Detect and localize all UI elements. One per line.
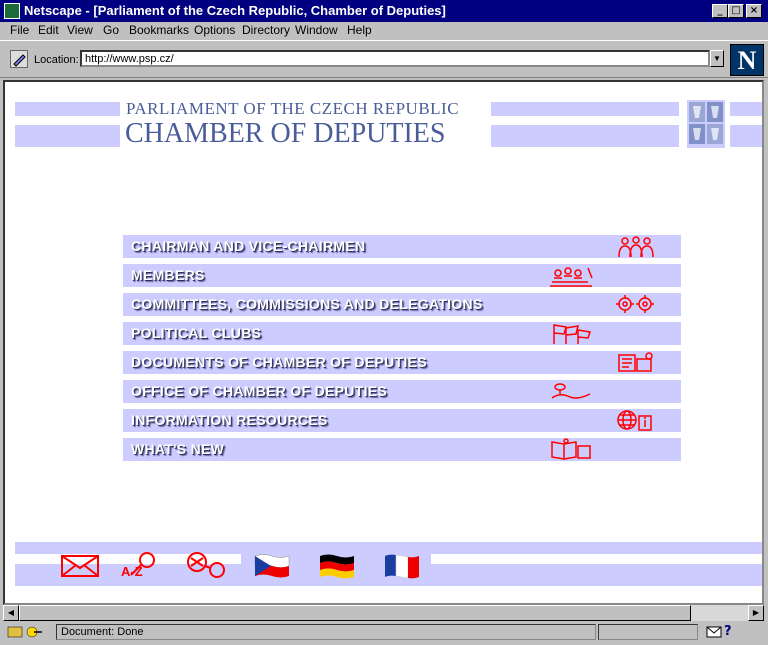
progress-panel [598,624,698,640]
close-button[interactable]: × [746,4,762,18]
menu-window[interactable]: Window [295,23,338,37]
scroll-thumb[interactable] [19,605,691,621]
location-input[interactable]: http://www.psp.cz/ [80,50,710,67]
header-stripe [730,102,762,116]
status-text: Document: Done [56,624,596,640]
czech-flag-icon[interactable] [253,552,291,580]
header-chamber: CHAMBER OF DEPUTIES [125,118,446,149]
menu-go[interactable]: Go [103,23,119,37]
menu-row-political-clubs[interactable]: POLITICAL CLUBS [123,322,681,345]
menu-directory[interactable]: Directory [242,23,290,37]
menu-row-label[interactable]: POLITICAL CLUBS [131,325,261,341]
menu-row-label[interactable]: DOCUMENTS OF CHAMBER OF DEPUTIES [131,354,427,370]
header-stripe [15,125,120,147]
menu-row-whats-new[interactable]: WHAT'S NEW [123,438,681,461]
menu-row-information[interactable]: INFORMATION RESOURCES [123,409,681,432]
menu-row-committees[interactable]: COMMITTEES, COMMISSIONS AND DELEGATIONS [123,293,681,316]
german-flag-icon[interactable] [318,552,356,580]
title-bar: Netscape - [Parliament of the Czech Repu… [0,0,768,22]
header-stripe [730,125,762,147]
a-z-index-icon[interactable]: A-Z [119,550,167,582]
menu-row-office[interactable]: OFFICE OF CHAMBER OF DEPUTIES [123,380,681,403]
help-question-icon[interactable]: ? [724,624,738,640]
assembly-icon[interactable] [548,264,594,287]
office-icon[interactable] [548,380,594,403]
gears-icon[interactable] [613,293,659,316]
page-content: PARLIAMENT OF THE CZECH REPUBLIC CHAMBER… [3,80,764,605]
location-label: Location: [34,54,79,66]
header-stripe [491,125,679,147]
globe-info-icon[interactable] [613,409,659,432]
menu-row-label[interactable]: COMMITTEES, COMMISSIONS AND DELEGATIONS [131,296,483,312]
window-title: Netscape - [Parliament of the Czech Repu… [24,3,446,18]
header-stripe [491,102,679,116]
maximize-button[interactable]: □ [728,4,744,18]
menu-help[interactable]: Help [347,23,372,37]
scroll-right-icon[interactable]: ▶ [748,605,764,621]
search-icon[interactable] [183,550,231,582]
menu-row-documents[interactable]: DOCUMENTS OF CHAMBER OF DEPUTIES [123,351,681,374]
menu-row-label[interactable]: INFORMATION RESOURCES [131,412,328,428]
scroll-left-icon[interactable]: ◀ [3,605,19,621]
news-icon[interactable] [548,438,594,461]
menu-options[interactable]: Options [194,23,235,37]
flags-icon[interactable] [548,322,594,345]
menu-row-label[interactable]: OFFICE OF CHAMBER OF DEPUTIES [131,383,387,399]
french-flag-icon[interactable] [383,552,421,580]
a-z-label: A-Z [121,564,143,579]
mail-icon[interactable] [60,552,100,580]
netscape-app-icon[interactable] [4,3,20,19]
coat-of-arms-icon [687,100,725,148]
minimize-button[interactable]: _ [712,4,728,18]
menu-row-label[interactable]: WHAT'S NEW [131,441,224,457]
menu-row-label[interactable]: CHAIRMAN AND VICE-CHAIRMEN [131,238,365,254]
security-key-icon[interactable] [6,624,44,640]
location-dropdown-icon[interactable]: ▼ [710,50,724,67]
menu-bookmarks[interactable]: Bookmarks [129,23,189,37]
menu-file[interactable]: File [10,23,29,37]
menu-bar: File Edit View Go Bookmarks Options Dire… [0,22,768,40]
menu-row-chairman[interactable]: CHAIRMAN AND VICE-CHAIRMEN [123,235,681,258]
menu-view[interactable]: View [67,23,93,37]
header-stripe [15,102,120,116]
menu-row-members[interactable]: MEMBERS [123,264,681,287]
people-group-icon[interactable] [613,235,659,258]
mail-status-icon[interactable] [706,625,722,639]
page-proxy-icon[interactable] [10,50,28,68]
header-parliament: PARLIAMENT OF THE CZECH REPUBLIC [126,99,460,118]
menu-row-label[interactable]: MEMBERS [131,267,205,283]
netscape-logo[interactable]: N [730,44,764,76]
documents-icon[interactable] [613,351,659,374]
menu-edit[interactable]: Edit [38,23,59,37]
